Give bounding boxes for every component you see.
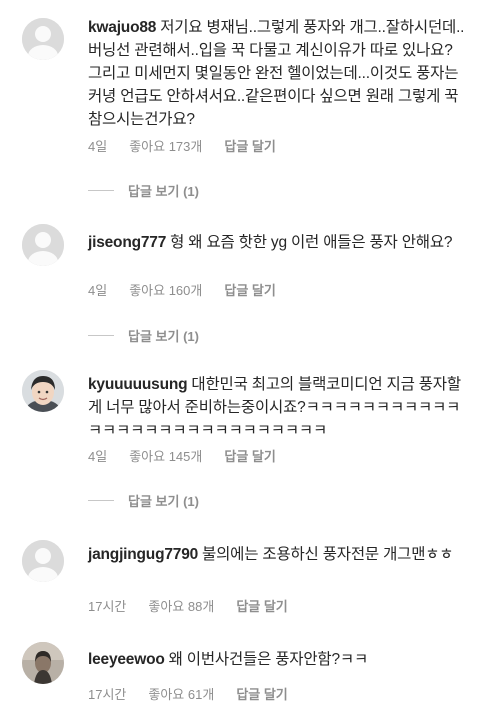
likes-count[interactable]: 좋아요 145개 bbox=[129, 446, 202, 465]
reply-button[interactable]: 답글 달기 bbox=[224, 446, 275, 465]
person-silhouette-icon bbox=[22, 224, 64, 266]
comment-username[interactable]: kyuuuuusung bbox=[88, 376, 188, 393]
view-replies-button[interactable]: 답글 보기 (1) bbox=[88, 491, 199, 510]
comment-text: 형 왜 요즘 핫한 yg 이런 애들은 풍자 안해요? bbox=[170, 234, 453, 251]
view-replies-label: 답글 보기 (1) bbox=[128, 494, 199, 509]
user-avatar[interactable] bbox=[22, 642, 64, 684]
likes-count[interactable]: 좋아요 173개 bbox=[129, 136, 202, 155]
view-replies-button[interactable]: 답글 보기 (1) bbox=[88, 326, 199, 345]
reply-button[interactable]: 답글 달기 bbox=[224, 136, 275, 155]
profile-photo bbox=[22, 370, 64, 412]
divider-line bbox=[88, 335, 114, 336]
comment-body: jiseong777 형 왜 요즘 핫한 yg 이런 애들은 풍자 안해요? bbox=[88, 231, 466, 254]
divider-line bbox=[88, 190, 114, 191]
comment-body: leeyeewoo 왜 이번사건들은 풍자안함?ㅋㅋ bbox=[88, 648, 466, 671]
person-silhouette-icon bbox=[22, 540, 64, 582]
view-replies-label: 답글 보기 (1) bbox=[128, 329, 199, 344]
comment-meta: 17시간 좋아요 61개 답글 달기 bbox=[88, 684, 288, 703]
reply-button[interactable]: 답글 달기 bbox=[236, 684, 287, 703]
comment-meta: 4일 좋아요 173개 답글 달기 bbox=[88, 136, 276, 155]
comment-text: 왜 이번사건들은 풍자안함?ㅋㅋ bbox=[168, 651, 369, 668]
comment-time: 17시간 bbox=[88, 599, 127, 614]
user-avatar[interactable] bbox=[22, 370, 64, 412]
user-avatar[interactable] bbox=[22, 18, 64, 60]
comment-username[interactable]: leeyeewoo bbox=[88, 651, 165, 668]
comment-time: 4일 bbox=[88, 449, 108, 464]
comment-meta: 4일 좋아요 145개 답글 달기 bbox=[88, 446, 276, 465]
likes-count[interactable]: 좋아요 61개 bbox=[148, 684, 214, 703]
likes-count[interactable]: 좋아요 88개 bbox=[148, 596, 214, 615]
comment-time: 4일 bbox=[88, 283, 108, 298]
user-avatar[interactable] bbox=[22, 540, 64, 582]
comment-body: jangjingug7790 불의에는 조용하신 풍자전문 개그맨ㅎㅎ bbox=[88, 543, 466, 566]
view-replies-button[interactable]: 답글 보기 (1) bbox=[88, 181, 199, 200]
comment-time: 4일 bbox=[88, 139, 108, 154]
profile-photo bbox=[22, 642, 64, 684]
likes-count[interactable]: 좋아요 160개 bbox=[129, 280, 202, 299]
comment-username[interactable]: jangjingug7790 bbox=[88, 546, 198, 563]
comment-body: kwajuo88 저기요 병재님..그렇게 풍자와 개그..잘하시던데..버닝선 … bbox=[88, 16, 466, 131]
user-avatar[interactable] bbox=[22, 224, 64, 266]
person-silhouette-icon bbox=[22, 18, 64, 60]
comment-meta: 4일 좋아요 160개 답글 달기 bbox=[88, 280, 276, 299]
comment-username[interactable]: jiseong777 bbox=[88, 234, 166, 251]
comment-meta: 17시간 좋아요 88개 답글 달기 bbox=[88, 596, 288, 615]
comment-time: 17시간 bbox=[88, 687, 127, 702]
comment-text: 불의에는 조용하신 풍자전문 개그맨ㅎㅎ bbox=[202, 546, 454, 563]
reply-button[interactable]: 답글 달기 bbox=[224, 280, 275, 299]
reply-button[interactable]: 답글 달기 bbox=[236, 596, 287, 615]
comment-body: kyuuuuusung 대한민국 최고의 블랙코미디언 지금 풍자할게 너무 많아… bbox=[88, 373, 466, 442]
comment-username[interactable]: kwajuo88 bbox=[88, 19, 156, 36]
divider-line bbox=[88, 500, 114, 501]
view-replies-label: 답글 보기 (1) bbox=[128, 184, 199, 199]
